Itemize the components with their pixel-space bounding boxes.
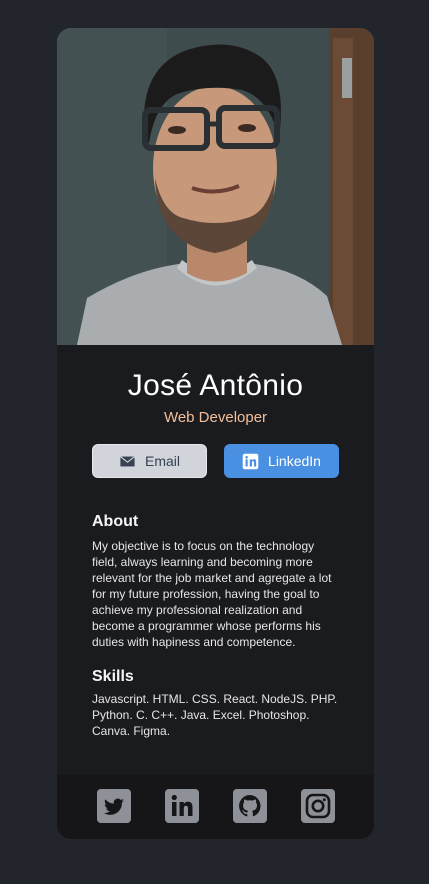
profile-card: José Antônio Web Developer Email LinkedI… <box>57 28 374 839</box>
about-title: About <box>92 513 139 530</box>
linkedin-icon[interactable] <box>165 789 199 823</box>
profile-role: Web Developer <box>163 409 268 426</box>
profile-info: José Antônio Web Developer Email LinkedI… <box>57 345 374 775</box>
social-footer <box>57 775 374 839</box>
skills-title: Skills <box>92 668 134 685</box>
linkedin-icon <box>242 453 259 470</box>
email-button[interactable]: Email <box>92 444 207 478</box>
github-icon[interactable] <box>233 789 267 823</box>
email-button-label: Email <box>144 453 180 469</box>
about-text: My objective is to focus on the technolo… <box>92 539 332 649</box>
linkedin-button[interactable]: LinkedIn <box>224 444 339 478</box>
envelope-icon <box>119 453 136 470</box>
twitter-icon[interactable] <box>97 789 131 823</box>
profile-name: José Antônio <box>127 369 304 402</box>
profile-photo <box>57 28 374 345</box>
skills-text: Javascript. HTML. CSS. React. NodeJS. PH… <box>92 692 338 738</box>
linkedin-button-label: LinkedIn <box>268 453 321 469</box>
instagram-icon[interactable] <box>301 789 335 823</box>
